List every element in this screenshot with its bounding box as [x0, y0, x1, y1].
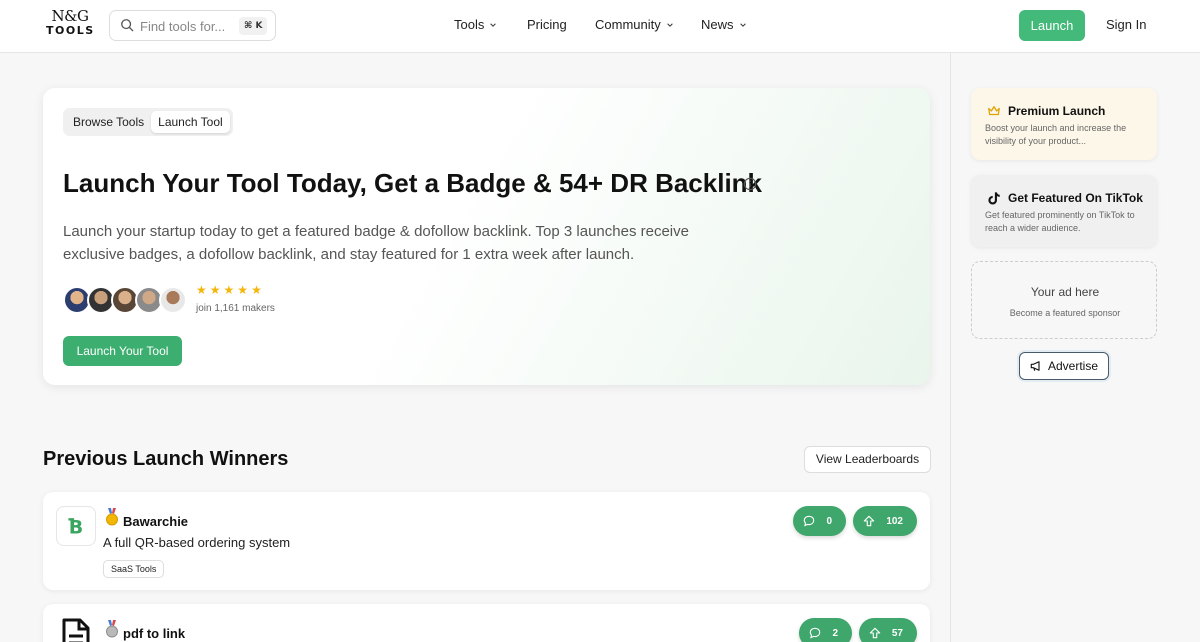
nav-news[interactable]: News: [701, 17, 747, 32]
chevron-down-icon: [490, 22, 497, 27]
nav-pricing-label: Pricing: [527, 17, 567, 32]
star-icon: ★: [223, 283, 235, 297]
search-icon: [121, 19, 134, 32]
search-shortcut-badge: ⌘ K: [239, 17, 268, 35]
star-icon: ★: [209, 283, 221, 297]
search-input[interactable]: [140, 16, 240, 36]
hero-title: Launch Your Tool Today, Get a Badge & 54…: [63, 168, 763, 198]
comments-button[interactable]: 2: [799, 618, 852, 642]
gold-medal-icon: [106, 508, 118, 526]
rating-stars: ★ ★ ★ ★ ★: [196, 284, 262, 296]
star-icon: ★: [237, 283, 249, 297]
tiktok-icon: [988, 192, 1000, 205]
hero-description: Launch your startup today to get a featu…: [63, 223, 689, 263]
document-icon: [62, 618, 90, 642]
ad-subtitle: Become a featured sponsor: [1009, 308, 1121, 318]
product-name[interactable]: pdf to link: [123, 626, 185, 641]
nav-tools[interactable]: Tools: [454, 17, 497, 32]
tiktok-feature-card[interactable]: Get Featured On TikTok Get featured prom…: [971, 175, 1157, 247]
premium-launch-description: Boost your launch and increase the visib…: [985, 123, 1127, 146]
list-item[interactable]: B Bawarchie A full QR-based ordering sys…: [43, 492, 930, 590]
launch-button[interactable]: Launch: [1019, 10, 1085, 41]
launch-your-tool-button[interactable]: Launch Your Tool: [63, 336, 182, 366]
star-icon: ★: [251, 283, 262, 297]
view-leaderboards-button[interactable]: View Leaderboards: [804, 446, 931, 473]
advertise-label: Advertise: [1047, 359, 1099, 373]
premium-launch-card[interactable]: Premium Launch Boost your launch and inc…: [971, 88, 1157, 160]
upvote-button[interactable]: 102: [853, 506, 917, 536]
comments-count: 0: [826, 515, 832, 527]
tab-browse-tools[interactable]: Browse Tools: [66, 111, 151, 133]
winners-section-title: Previous Launch Winners: [43, 448, 289, 470]
product-description: A full QR-based ordering system: [103, 535, 291, 550]
megaphone-icon: [1030, 361, 1040, 371]
category-tag[interactable]: SaaS Tools: [103, 560, 165, 578]
upvote-arrow-icon: [863, 515, 875, 527]
logo-wordmark: TOOLS: [46, 24, 95, 37]
silver-medal-icon: [106, 620, 118, 638]
nav-news-label: News: [701, 17, 734, 32]
nav-tools-label: Tools: [454, 17, 485, 32]
tiktok-feature-description: Get featured prominently on TikTok to re…: [985, 210, 1135, 233]
launch-hero-card: Browse Tools Launch Tool Launch Your Too…: [43, 88, 930, 385]
comment-icon: [809, 627, 821, 639]
comments-button[interactable]: 0: [793, 506, 846, 536]
makers-count: join 1,161 makers: [196, 303, 275, 314]
tiktok-feature-title: Get Featured On TikTok: [1008, 191, 1143, 205]
top-header: N&G TOOLS ⌘ K Tools Pricing Community Ne…: [0, 0, 1200, 53]
upvote-arrow-icon: [869, 627, 881, 639]
chevron-down-icon: [666, 22, 673, 27]
ad-placeholder[interactable]: Your ad here Become a featured sponsor: [971, 261, 1157, 339]
product-name[interactable]: Bawarchie: [123, 514, 188, 529]
advertise-button[interactable]: Advertise: [1019, 352, 1109, 380]
comments-count: 2: [832, 627, 838, 639]
chevron-down-icon: [739, 22, 746, 27]
site-logo[interactable]: N&G TOOLS: [46, 8, 94, 40]
search-box[interactable]: ⌘ K: [109, 10, 276, 41]
crown-icon: [988, 106, 1000, 116]
bawarchie-logo-icon: B: [68, 517, 83, 539]
nav-pricing[interactable]: Pricing: [527, 17, 567, 32]
logo-mark: N&G: [51, 7, 89, 25]
upvote-count: 102: [886, 515, 903, 527]
nav-community-label: Community: [595, 17, 661, 32]
info-icon[interactable]: [743, 177, 757, 191]
nav-community[interactable]: Community: [595, 17, 674, 32]
premium-launch-title: Premium Launch: [1008, 104, 1106, 118]
hero-tab-switcher: Browse Tools Launch Tool: [63, 108, 233, 136]
tab-launch-tool[interactable]: Launch Tool: [151, 111, 230, 133]
comment-icon: [803, 515, 815, 527]
avatar: [159, 286, 187, 314]
sign-in-link[interactable]: Sign In: [1106, 17, 1146, 32]
product-logo: B: [56, 506, 96, 546]
upvote-button[interactable]: 57: [859, 618, 917, 642]
ad-title: Your ad here: [1030, 285, 1100, 299]
star-icon: ★: [196, 283, 207, 297]
sidebar-divider: [950, 53, 951, 642]
upvote-count: 57: [891, 627, 903, 639]
list-item[interactable]: pdf to link 2 57: [43, 604, 930, 642]
